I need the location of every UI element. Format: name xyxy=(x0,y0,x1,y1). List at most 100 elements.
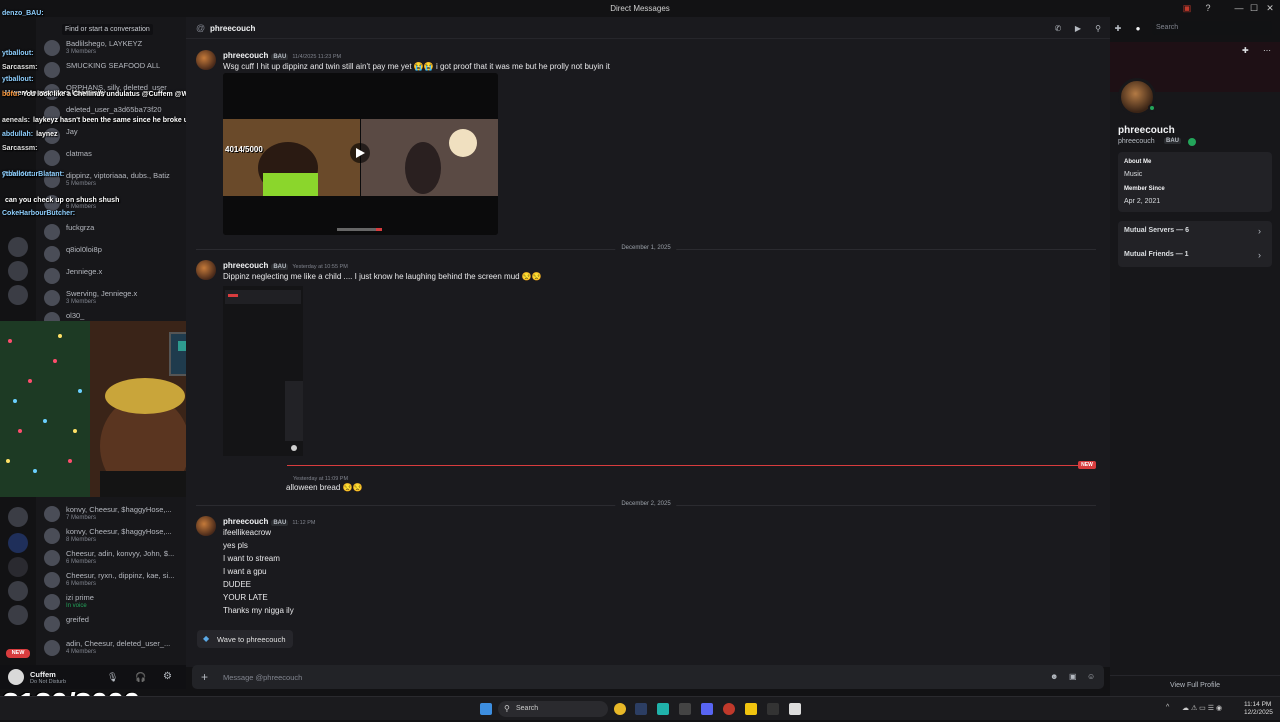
headphones-icon[interactable]: 🎧 xyxy=(135,672,146,683)
mutual-servers[interactable]: Mutual Servers — 6 xyxy=(1124,227,1189,234)
call-icon[interactable]: ✆ xyxy=(1053,24,1063,33)
chat-message: CokeHarbourButcher: xyxy=(2,210,78,217)
help-icon[interactable]: ? xyxy=(1201,2,1215,14)
more-icon[interactable]: ⋯ xyxy=(1263,46,1271,55)
message-text: I want to stream xyxy=(223,554,280,563)
chrome-icon[interactable] xyxy=(614,703,626,715)
taskbar: ⚲ Search ^ ☁ ⚠ ▭ ☰ ◉ 11:14 PM 12/2/2025 xyxy=(0,696,1280,720)
dm-name: konvy, Cheesur, $haggyHose,... xyxy=(66,505,172,514)
add-friend-icon[interactable]: ✚ xyxy=(1242,46,1249,55)
avatar xyxy=(44,594,60,610)
view-full-profile-link[interactable]: View Full Profile xyxy=(1110,682,1280,689)
server-icon[interactable] xyxy=(8,557,28,577)
gif-icon[interactable]: ☻ xyxy=(1050,672,1058,681)
chevron-right-icon[interactable]: › xyxy=(1258,250,1261,260)
taskbar-search-label: Search xyxy=(516,705,539,712)
date-separator: December 2, 2025 xyxy=(196,501,1096,507)
avatar xyxy=(44,640,60,656)
author-name[interactable]: phreecouch xyxy=(223,51,268,60)
message-timestamp: 11/4/2025 11:23 PM xyxy=(292,54,342,60)
emoji-icon[interactable]: ☺ xyxy=(1087,672,1095,681)
mutual-friends[interactable]: Mutual Friends — 1 xyxy=(1124,251,1189,258)
message-author: Yesterday at 11:09 PM xyxy=(287,473,348,482)
minimize-button[interactable]: — xyxy=(1232,2,1246,14)
profile-display-name: phreecouch xyxy=(1118,125,1175,136)
app-icon[interactable] xyxy=(789,703,801,715)
dm-name: greifed xyxy=(66,615,89,624)
terminal-icon[interactable] xyxy=(767,703,779,715)
add-friends-icon[interactable]: ✚ xyxy=(1113,24,1123,33)
tray-chevron-icon[interactable]: ^ xyxy=(1166,704,1169,711)
wave-icon: ◆ xyxy=(203,634,210,643)
chat-message: Sarcassm: xyxy=(2,145,40,152)
author-tag: BAU xyxy=(271,264,289,270)
discord-icon[interactable] xyxy=(701,703,713,715)
add-attachment-icon[interactable]: + xyxy=(201,670,208,684)
user-profile-icon[interactable]: ● xyxy=(1133,24,1143,33)
tray-icons[interactable]: ☁ ⚠ ▭ ☰ ◉ xyxy=(1182,704,1222,712)
inbox-icon[interactable]: ▣ xyxy=(1180,2,1194,14)
obs-icon[interactable] xyxy=(679,703,691,715)
message-text: Thanks my nigga ily xyxy=(223,606,294,615)
start-icon[interactable] xyxy=(480,703,492,715)
app-icon[interactable] xyxy=(723,703,735,715)
wave-button[interactable]: ◆ Wave to phreecouch xyxy=(197,630,293,648)
avatar xyxy=(44,528,60,544)
microphone-icon[interactable]: 🎙 xyxy=(107,672,118,683)
dm-item[interactable]: adin, Cheesur, deleted_user_... 4 Members xyxy=(36,637,186,659)
video-embed[interactable]: 4014/5000 xyxy=(223,73,498,235)
video-icon[interactable]: ▶ xyxy=(1073,24,1083,33)
dm-item[interactable]: Cheesur, ryxn., dippinz, kae, si... 6 Mem… xyxy=(36,569,186,591)
pin-icon[interactable]: ⚲ xyxy=(1093,24,1103,33)
avatar[interactable] xyxy=(196,50,216,70)
search-input[interactable]: Search xyxy=(1152,21,1272,35)
embed-counter: 4014/5000 xyxy=(225,145,263,154)
chat-message: bofu: You look like a Chellinus undulatus… xyxy=(2,91,213,98)
chat-username: Sarcassm: xyxy=(2,145,38,152)
avatar[interactable] xyxy=(8,669,24,685)
app-icon[interactable] xyxy=(657,703,669,715)
message-composer: + Message @phreecouch ☻ ▣ ☺ xyxy=(192,665,1104,689)
new-badge: NEW xyxy=(6,649,30,658)
profile-footer: View Full Profile xyxy=(1110,675,1280,695)
window-title: Direct Messages xyxy=(610,4,670,13)
dm-item[interactable]: Cheesur, adin, konvyy, John, $... 6 Membe… xyxy=(36,547,186,569)
clock-time[interactable]: 11:14 PM xyxy=(1244,701,1271,708)
user-status: Do Not Disturb xyxy=(30,679,67,685)
server-icon[interactable] xyxy=(8,605,28,625)
server-icon[interactable] xyxy=(8,507,28,527)
avatar[interactable] xyxy=(196,516,216,536)
member-since: Apr 2, 2021 xyxy=(1124,198,1161,205)
date-separator: December 1, 2025 xyxy=(196,245,1096,251)
maximize-button[interactable]: ☐ xyxy=(1247,2,1261,14)
sticker-icon[interactable]: ▣ xyxy=(1069,672,1077,681)
avatar[interactable] xyxy=(196,260,216,280)
message-text: I want a gpu xyxy=(223,567,267,576)
dm-item[interactable]: greifed xyxy=(36,613,186,635)
close-button[interactable]: ✕ xyxy=(1263,2,1277,14)
server-icon[interactable] xyxy=(8,581,28,601)
image-attachment[interactable] xyxy=(223,286,303,456)
chat-message: Sarcassm: xyxy=(2,64,40,71)
dm-item[interactable]: konvy, Cheesur, $haggyHose,... 7 Members xyxy=(36,503,186,525)
message-input[interactable]: Message @phreecouch xyxy=(223,673,302,682)
file-explorer-icon[interactable] xyxy=(745,703,757,715)
search-icon: ⚲ xyxy=(504,704,510,713)
author-name[interactable]: phreecouch xyxy=(223,261,268,270)
author-name[interactable]: phreecouch xyxy=(223,517,268,526)
taskbar-search[interactable]: ⚲ Search xyxy=(498,701,608,717)
chat-message: ytballout: xyxy=(2,171,37,178)
dm-subtitle: 6 Members xyxy=(66,581,97,587)
chevron-right-icon[interactable]: › xyxy=(1258,226,1261,236)
dm-item[interactable]: izi prime In voice xyxy=(36,591,186,613)
server-icon[interactable] xyxy=(8,533,28,553)
message-author[interactable]: phreecouch BAU 11:12 PM xyxy=(223,517,315,526)
message-author[interactable]: phreecouch BAU 11/4/2025 11:23 PM xyxy=(223,51,341,60)
dm-item[interactable]: konvy, Cheesur, $haggyHose,... 8 Members xyxy=(36,525,186,547)
clock-date[interactable]: 12/2/2025 xyxy=(1244,709,1273,716)
message-author[interactable]: phreecouch BAU Yesterday at 10:55 PM xyxy=(223,261,348,270)
user-name: Cuffem xyxy=(30,670,56,679)
steam-icon[interactable] xyxy=(635,703,647,715)
gear-icon[interactable]: ⚙ xyxy=(163,671,172,682)
message-timestamp: 11:12 PM xyxy=(292,520,316,526)
